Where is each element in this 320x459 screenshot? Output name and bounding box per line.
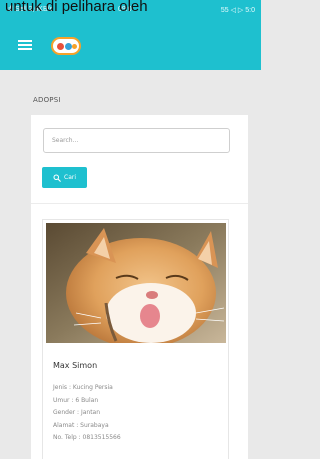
pet-name: Max Simon [53,361,98,370]
search-button[interactable]: Cari [42,167,87,188]
pet-gender: Gender : Jantan [53,409,101,416]
search-button-label: Cari [64,174,76,181]
pet-age: Umur : 6 Bulan [53,396,99,404]
pet-species: Jenis : Kucing Persia [53,384,113,391]
hamburger-icon[interactable] [18,40,32,50]
search-input[interactable] [43,128,230,153]
page-caption-text: untuk di pelihara oleh [5,0,148,14]
search-icon [53,174,61,182]
pet-details: Jenis : Kucing Persia Umur : 6 Bulan Gen… [53,382,121,445]
pet-logo-icon [51,37,81,55]
pet-photo [46,223,226,343]
adoption-card: Cari [31,115,248,459]
pet-card[interactable]: Max Simon Jenis : Kucing Persia Umur : 6… [42,219,229,459]
pet-phone: No. Telp : 0813515566 [53,434,121,441]
divider [31,203,248,204]
page-title: ADOPSI [33,96,61,104]
pet-address: Alamat : Surabaya [53,421,109,429]
